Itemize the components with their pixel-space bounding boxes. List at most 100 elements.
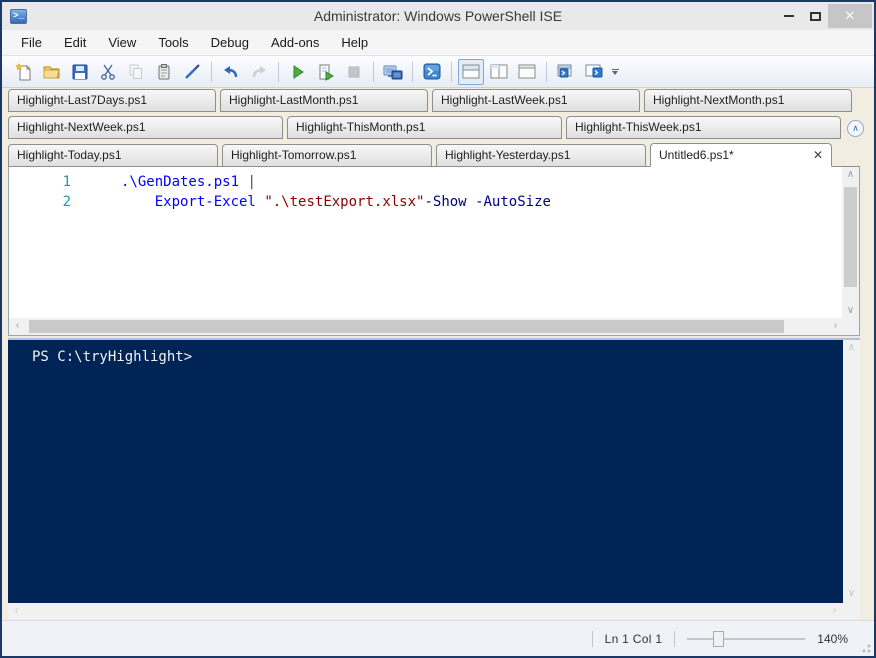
tab-highlight-nextmonth[interactable]: Highlight-NextMonth.ps1 (644, 89, 852, 112)
menu-view[interactable]: View (97, 30, 147, 55)
zoom-slider-track[interactable] (687, 637, 806, 640)
close-tab-icon[interactable]: ✕ (807, 145, 823, 166)
menu-tools[interactable]: Tools (147, 30, 199, 55)
paste-icon (158, 63, 170, 79)
tab-untitled6-active[interactable]: Untitled6.ps1* ✕ (650, 143, 832, 167)
editor-horizontal-scrollbar[interactable]: ‹ › (9, 318, 844, 335)
script-pane-top-button[interactable] (458, 58, 484, 85)
run-selection-button[interactable] (313, 59, 339, 85)
status-bar: Ln 1 Col 1 140% (2, 620, 874, 656)
editor-vertical-scrollbar[interactable]: ∧ ∨ (842, 167, 859, 320)
overflow-arrow-icon (612, 70, 618, 75)
toolbar-separator (278, 61, 279, 82)
zoom-level: 140% (817, 631, 848, 646)
open-script-button[interactable] (39, 59, 65, 85)
new-script-button[interactable] (11, 59, 37, 85)
tab-highlight-lastmonth[interactable]: Highlight-LastMonth.ps1 (220, 89, 428, 112)
maximize-icon (809, 11, 821, 21)
minimize-button[interactable] (776, 5, 802, 27)
script-pane-right-icon (490, 64, 508, 78)
code-text: .\GenDates.ps1 | (121, 174, 256, 190)
console-body[interactable]: PS C:\tryHighlight> (8, 340, 843, 603)
show-command-window-button[interactable] (581, 59, 607, 85)
stop-operation-button[interactable] (341, 59, 367, 85)
code-line-1: 1 .\GenDates.ps1 | (9, 172, 842, 192)
cursor-position: Ln 1 Col 1 (604, 631, 663, 646)
tab-highlight-yesterday[interactable]: Highlight-Yesterday.ps1 (436, 144, 646, 167)
maximize-button[interactable] (802, 5, 828, 27)
chevron-up-icon: ∧ (852, 123, 859, 133)
toolbar-separator (451, 61, 452, 82)
tab-highlight-thisweek[interactable]: Highlight-ThisWeek.ps1 (566, 116, 841, 139)
scroll-right-icon[interactable]: › (826, 603, 843, 620)
show-command-window-icon (585, 64, 603, 77)
console-pane: PS C:\tryHighlight> ∧ ∨ ‹ › (8, 340, 860, 620)
script-pane-maximized-button[interactable] (514, 59, 540, 85)
menu-addons[interactable]: Add-ons (260, 30, 330, 55)
window-title: Administrator: Windows PowerShell ISE (313, 8, 563, 24)
menu-file[interactable]: File (10, 30, 53, 55)
console-vertical-scrollbar[interactable]: ∧ ∨ (843, 340, 860, 603)
toolbar-separator (546, 61, 547, 82)
toolbar-overflow-button[interactable] (608, 59, 622, 85)
remote-tab-icon (383, 65, 403, 79)
menu-debug[interactable]: Debug (200, 30, 260, 55)
clear-console-button[interactable] (179, 59, 205, 85)
scroll-left-icon[interactable]: ‹ (8, 603, 25, 620)
zoom-slider-thumb[interactable] (713, 630, 725, 647)
active-tab-label: Untitled6.ps1* (659, 147, 734, 162)
tab-highlight-lastweek[interactable]: Highlight-LastWeek.ps1 (432, 89, 640, 112)
tab-highlight-last7days[interactable]: Highlight-Last7Days.ps1 (8, 89, 216, 112)
scrollbar-thumb[interactable] (29, 320, 784, 333)
menu-help[interactable]: Help (330, 30, 379, 55)
toolbar-separator (373, 61, 374, 82)
copy-button[interactable] (123, 59, 149, 85)
scrollbar-corner (843, 603, 860, 620)
code-area[interactable]: 1 .\GenDates.ps1 | 2 Export-Excel ".\tes… (9, 167, 842, 318)
run-script-button[interactable] (285, 59, 311, 85)
status-separator (591, 630, 593, 647)
script-pane-right-button[interactable] (486, 59, 512, 85)
script-tab-strip: Highlight-Last7Days.ps1 Highlight-LastMo… (2, 88, 874, 167)
redo-button[interactable] (246, 59, 272, 85)
script-pane-maximized-icon (518, 64, 536, 78)
minimize-icon (784, 15, 794, 17)
new-powershell-tab-icon (557, 64, 572, 77)
tab-scroll-up-button[interactable]: ∧ (847, 120, 864, 137)
line-number: 1 (62, 174, 71, 190)
console-prompt: PS C:\tryHighlight> (32, 349, 193, 365)
open-folder-icon (43, 66, 60, 78)
powershell-ise-window: >_ Administrator: Windows PowerShell ISE… (0, 0, 876, 658)
scroll-up-icon[interactable]: ∧ (842, 167, 859, 184)
start-powershell-button[interactable] (419, 59, 445, 85)
resize-grip[interactable] (861, 643, 871, 653)
tab-highlight-tomorrow[interactable]: Highlight-Tomorrow.ps1 (222, 144, 432, 167)
tab-highlight-thismonth[interactable]: Highlight-ThisMonth.ps1 (287, 116, 562, 139)
tab-highlight-nextweek[interactable]: Highlight-NextWeek.ps1 (8, 116, 283, 139)
close-icon: ✕ (844, 8, 856, 23)
scrollbar-thumb[interactable] (844, 187, 857, 287)
tab-row-3: Highlight-Today.ps1 Highlight-Tomorrow.p… (8, 143, 832, 167)
console-horizontal-scrollbar[interactable]: ‹ › (8, 603, 843, 620)
menu-edit[interactable]: Edit (53, 30, 97, 55)
redo-icon (252, 65, 266, 77)
window-controls: ✕ (776, 2, 874, 30)
code-line-2: 2 Export-Excel ".\testExport.xlsx"-Show … (9, 192, 842, 212)
undo-icon (224, 65, 238, 77)
cut-icon (101, 64, 115, 80)
scroll-down-icon[interactable]: ∨ (843, 586, 860, 603)
close-button[interactable]: ✕ (828, 4, 872, 28)
save-button[interactable] (67, 59, 93, 85)
undo-button[interactable] (218, 59, 244, 85)
script-editor-pane: 1 .\GenDates.ps1 | 2 Export-Excel ".\tes… (8, 166, 860, 336)
scroll-left-icon[interactable]: ‹ (9, 318, 26, 335)
scroll-up-icon[interactable]: ∧ (843, 340, 860, 357)
new-remote-powershell-tab-button[interactable] (380, 59, 406, 85)
tab-highlight-today[interactable]: Highlight-Today.ps1 (8, 144, 218, 167)
script-pane-top-icon (462, 64, 480, 78)
new-powershell-tab-button[interactable] (553, 59, 579, 85)
line-number: 2 (62, 194, 71, 210)
paste-button[interactable] (151, 59, 177, 85)
cut-button[interactable] (95, 59, 121, 85)
zoom-slider[interactable] (687, 630, 806, 647)
